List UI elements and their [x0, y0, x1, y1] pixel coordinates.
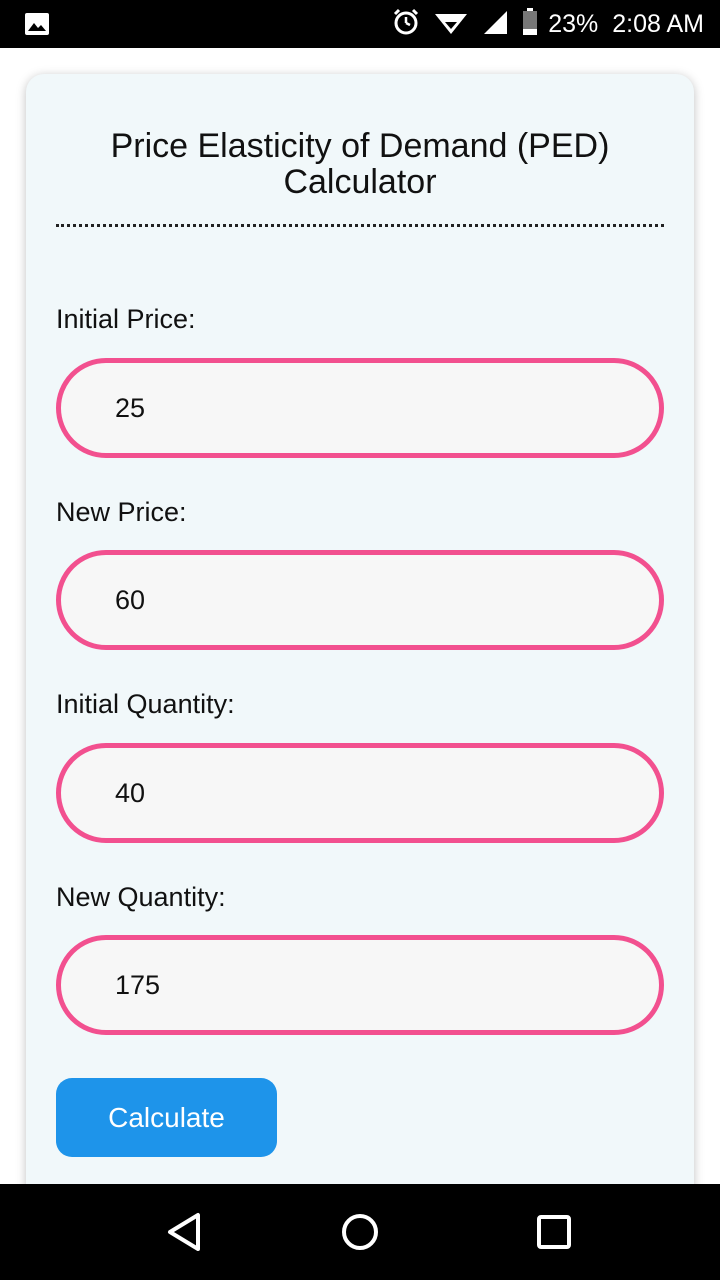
title-line-1: Price Elasticity of Demand (PED): [110, 127, 610, 165]
initial-quantity-label: Initial Quantity:: [56, 689, 235, 719]
status-icons: 23% 2:08 AM: [392, 0, 704, 48]
new-quantity-label: New Quantity:: [56, 882, 226, 912]
new-quantity-input[interactable]: [56, 935, 664, 1035]
page-title: Price Elasticity of Demand (PED) Calcula…: [26, 128, 694, 200]
calculate-button[interactable]: Calculate: [56, 1078, 277, 1157]
clock: 2:08 AM: [612, 9, 704, 38]
calculator-card: Price Elasticity of Demand (PED) Calcula…: [26, 74, 694, 1214]
recents-icon[interactable]: [530, 1208, 578, 1256]
image-notification-icon: [24, 12, 50, 36]
new-price-label: New Price:: [56, 497, 187, 527]
cell-signal-icon: [482, 9, 508, 40]
battery-percentage: 23%: [548, 9, 599, 38]
dotted-divider: [56, 224, 664, 227]
battery-icon: [522, 7, 538, 41]
alarm-icon: [392, 8, 420, 41]
wifi-icon: [434, 8, 468, 41]
initial-price-input[interactable]: [56, 358, 664, 458]
home-icon[interactable]: [336, 1208, 384, 1256]
initial-quantity-input[interactable]: [56, 743, 664, 843]
navigation-bar: [0, 1184, 720, 1280]
title-line-2: Calculator: [283, 163, 437, 201]
initial-price-label: Initial Price:: [56, 304, 196, 334]
new-price-input[interactable]: [56, 550, 664, 650]
status-bar: 23% 2:08 AM: [0, 0, 720, 48]
back-icon[interactable]: [160, 1208, 208, 1256]
